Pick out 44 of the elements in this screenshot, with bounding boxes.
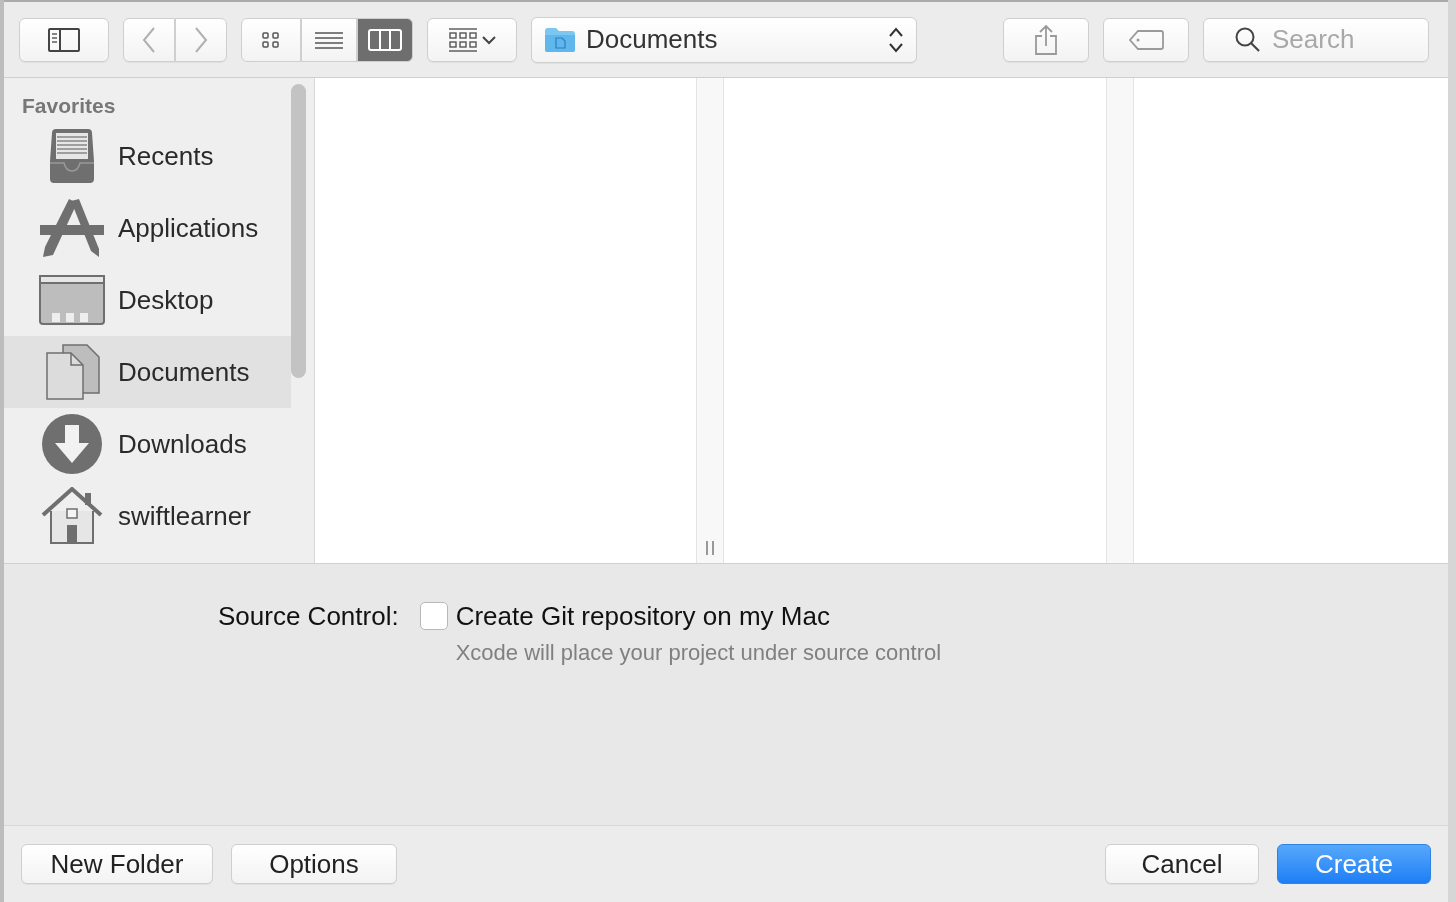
documents-icon [43,343,101,401]
column-view-icon [368,28,402,51]
sidebar-item[interactable]: Downloads [4,408,291,480]
cancel-button[interactable]: Cancel [1105,844,1259,884]
forward-button[interactable] [175,17,227,62]
sidebar-item[interactable]: Applications [4,192,291,264]
arrange-grid-icon [448,26,478,53]
location-popup[interactable]: Documents [531,16,917,63]
sidebar-item[interactable]: Recents [4,120,291,192]
sidebar-item[interactable]: Documents [4,336,291,408]
sidebar-icon [48,27,80,52]
house-icon [41,487,103,545]
view-mode-button[interactable] [357,17,413,62]
sidebar-item[interactable]: Desktop [4,264,291,336]
source-control-label: Source Control: [218,600,399,633]
arrange-button[interactable] [427,17,517,62]
scrollbar[interactable] [291,84,306,378]
list-view-icon [314,29,344,50]
tag-icon [1128,28,1164,51]
new-folder-button[interactable]: New Folder [21,844,213,884]
folder-icon [544,26,576,53]
forward-chevron-icon [194,26,208,53]
back-button[interactable] [123,17,175,62]
sidebar-toggle-button[interactable] [19,17,109,62]
view-mode-button[interactable] [301,17,357,62]
view-mode-button[interactable] [241,17,301,62]
back-chevron-icon [142,26,156,53]
grid-view-icon [260,29,282,50]
options-button[interactable]: Options [231,844,397,884]
resize-handle-icon [705,541,715,555]
sidebar-item[interactable]: swiftlearner [4,480,291,552]
share-icon [1034,23,1058,56]
share-button[interactable] [1003,17,1089,62]
search-icon [1235,26,1261,53]
sidebar-heading: Favorites [22,93,117,119]
tag-button[interactable] [1103,17,1189,62]
app-store-icon [39,197,105,259]
chevron-down-icon [482,34,496,45]
git-checkbox[interactable]: Create Git repository on my Mac [419,600,942,632]
checkbox[interactable] [419,602,448,630]
up-down-chevron-icon [888,25,904,54]
desktop-window-icon [39,275,105,325]
hint-text: Xcode will place your project under source control [455,639,942,667]
search-field[interactable]: Search [1203,17,1429,62]
